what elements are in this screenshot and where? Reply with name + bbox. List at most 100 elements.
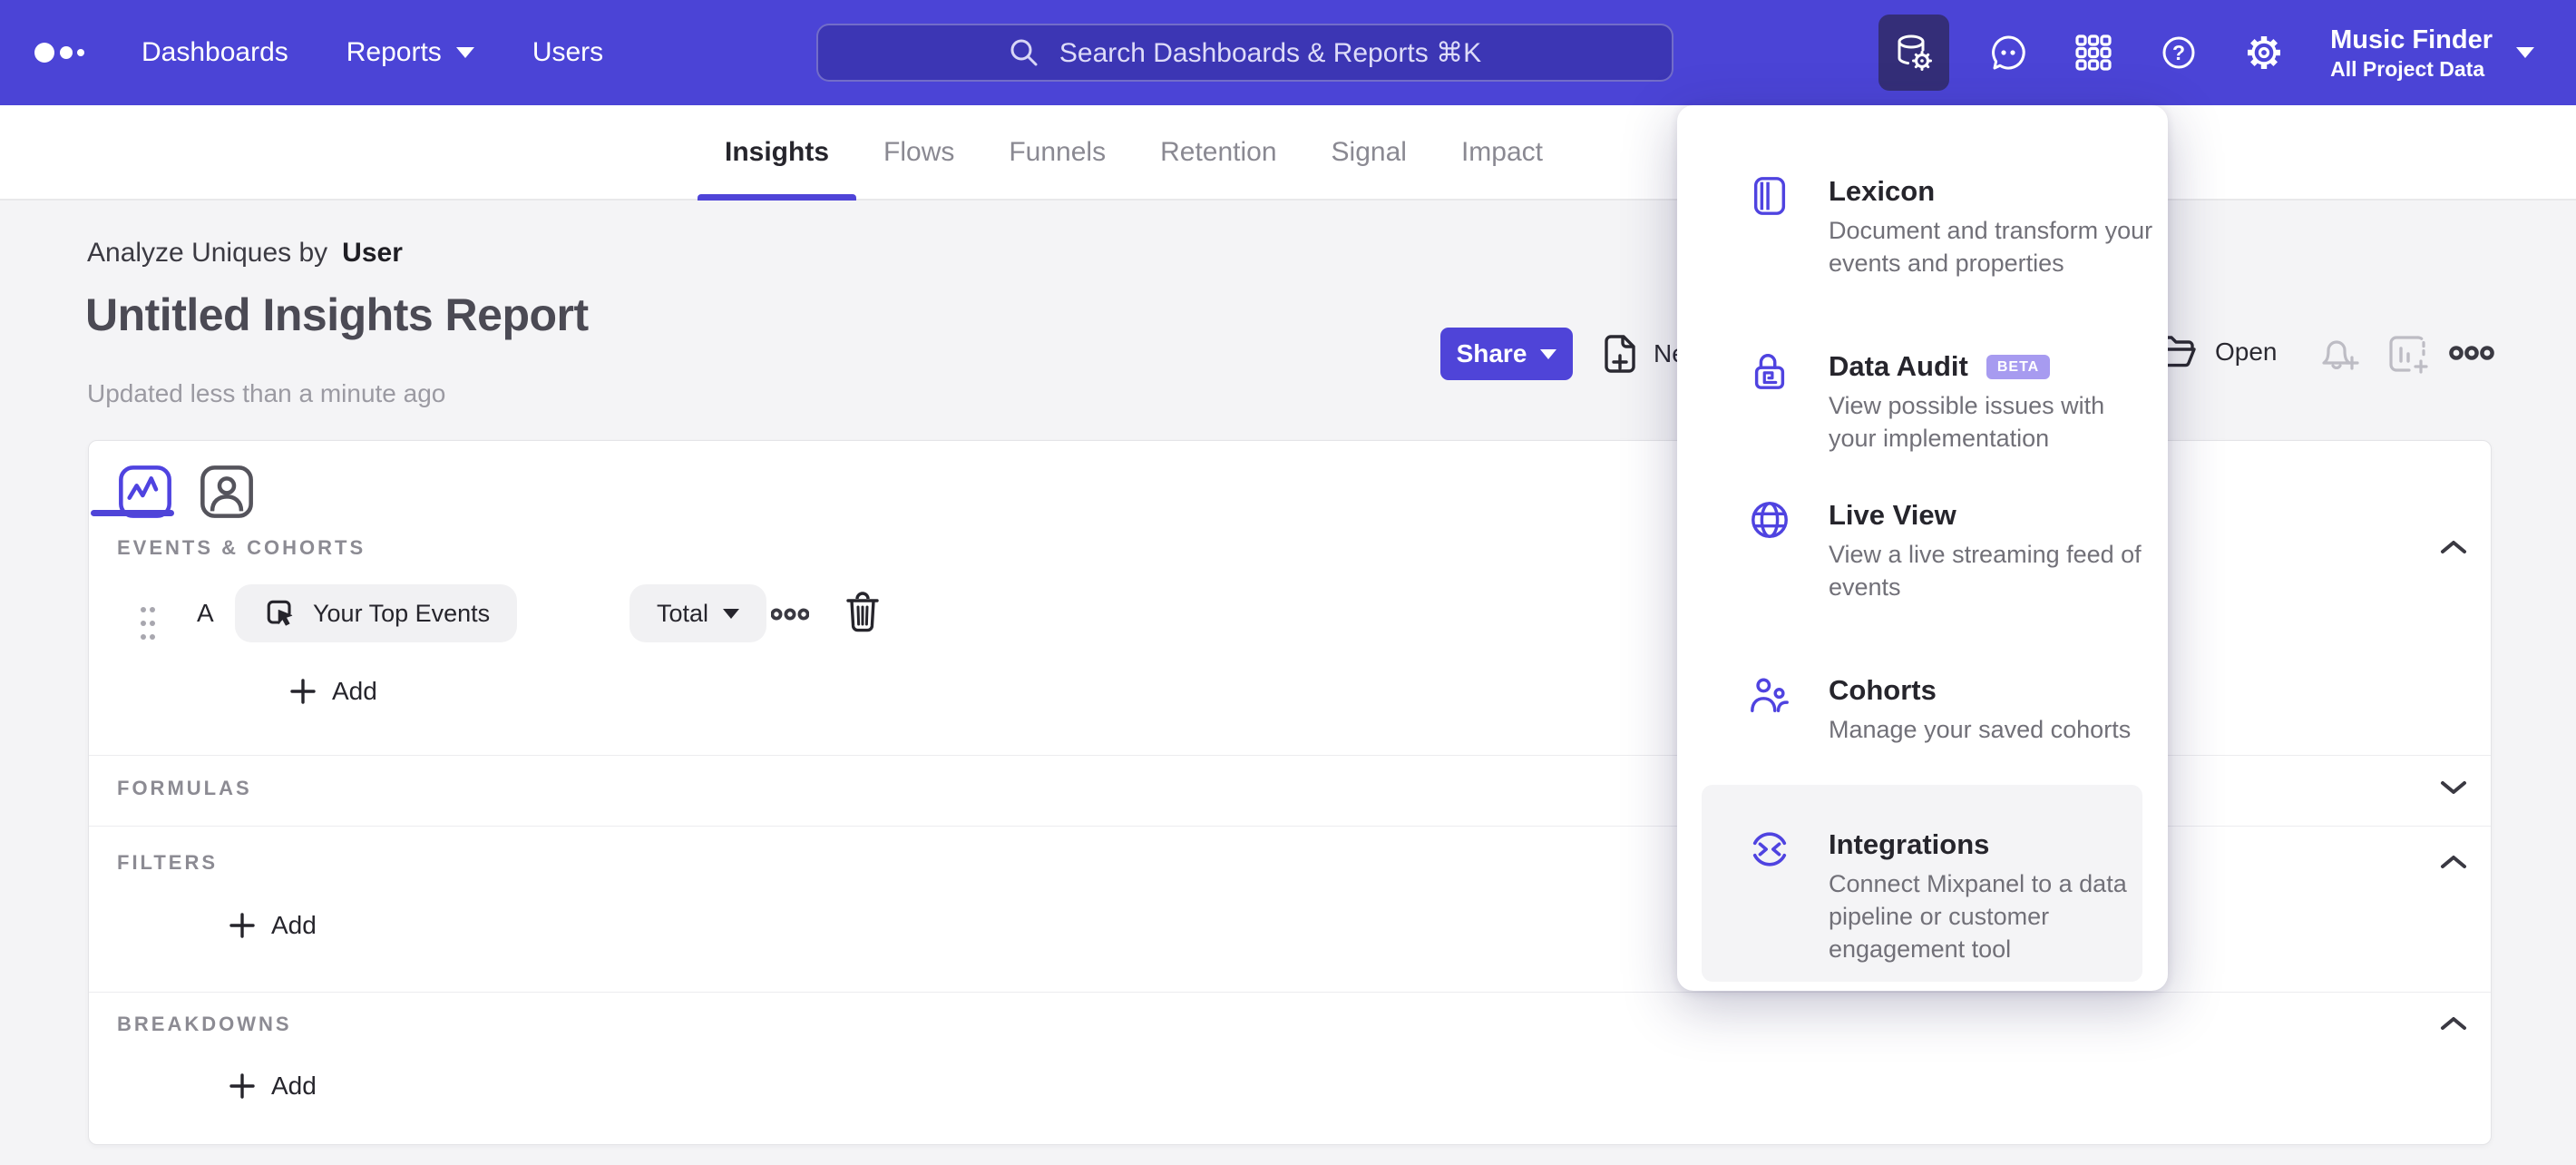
search-placeholder: Search Dashboards & Reports ⌘K — [1059, 37, 1482, 68]
context-prefix: Analyze Uniques by — [87, 238, 328, 268]
settings-button[interactable] — [2221, 0, 2307, 105]
nav-reports-label: Reports — [346, 37, 442, 67]
updated-timestamp: Updated less than a minute ago — [87, 379, 446, 407]
search-input[interactable]: Search Dashboards & Reports ⌘K — [816, 24, 1673, 82]
section-breakdowns-label: BREAKDOWNS — [117, 1013, 292, 1035]
section-events-label: EVENTS & COHORTS — [117, 536, 366, 559]
nav-users[interactable]: Users — [532, 37, 603, 68]
nav-reports[interactable]: Reports — [346, 37, 474, 68]
chevron-down-icon — [455, 47, 474, 58]
chevron-down-icon — [1540, 348, 1557, 359]
more-ellipsis-icon — [2449, 346, 2494, 360]
tab-funnels-label: Funnels — [1009, 136, 1107, 167]
tab-retention[interactable]: Retention — [1133, 105, 1303, 199]
lexicon-book-icon — [1753, 177, 1786, 215]
tab-signal-label: Signal — [1331, 136, 1407, 167]
add-alert-button[interactable] — [2315, 332, 2362, 382]
plus-icon — [290, 679, 316, 704]
drag-handle[interactable] — [139, 603, 157, 648]
help-icon: ? — [2162, 36, 2195, 69]
menu-item-live-view[interactable]: Live View View a live streaming feed of … — [1677, 497, 2168, 603]
menu-item-desc: View possible issues with your implement… — [1829, 392, 2105, 452]
more-options-button[interactable] — [2449, 343, 2494, 367]
nav-users-label: Users — [532, 37, 604, 67]
aggregation-label: Total — [657, 599, 709, 627]
report-tab-bar: Insights Flows Funnels Retention Signal … — [0, 105, 2576, 201]
menu-item-title: Cohorts — [1829, 674, 1937, 706]
tab-profiles-view[interactable] — [198, 463, 256, 525]
event-row-more-button[interactable] — [770, 606, 810, 627]
active-view-underline — [91, 510, 174, 516]
tab-impact-label: Impact — [1460, 136, 1543, 167]
collapse-filters-button[interactable] — [2440, 854, 2467, 875]
collapse-breakdowns-button[interactable] — [2440, 1015, 2467, 1036]
apps-grid-icon — [2075, 34, 2112, 71]
add-breakdown-button[interactable]: Add — [229, 1072, 317, 1101]
globe-icon — [1751, 502, 1788, 538]
add-filter-button[interactable]: Add — [229, 911, 317, 940]
plus-icon — [229, 1073, 255, 1099]
section-filters-label: FILTERS — [117, 851, 219, 874]
menu-item-desc: Document and transform your events and p… — [1829, 217, 2153, 277]
chevron-down-icon — [723, 608, 740, 619]
menu-item-desc: Manage your saved cohorts — [1829, 716, 2132, 743]
help-button[interactable]: ? — [2136, 0, 2221, 105]
share-button-label: Share — [1456, 339, 1527, 367]
add-event-button[interactable]: Add — [290, 677, 377, 706]
share-button[interactable]: Share — [1440, 328, 1573, 380]
cohorts-people-icon — [1751, 678, 1789, 712]
trash-icon — [846, 592, 879, 632]
add-event-label: Add — [332, 677, 377, 705]
nav-dashboards-label: Dashboards — [141, 37, 288, 67]
search-icon — [1010, 39, 1038, 66]
analysis-context: Analyze Uniques by User — [87, 238, 403, 269]
chevron-down-icon — [2516, 47, 2534, 58]
menu-item-title: Lexicon — [1829, 175, 1936, 207]
mixpanel-logo-icon[interactable] — [33, 0, 96, 105]
section-formulas-label: FORMULAS — [117, 777, 252, 799]
menu-item-lexicon[interactable]: Lexicon Document and transform your even… — [1677, 173, 2168, 279]
add-breakdown-label: Add — [271, 1072, 317, 1100]
page-title[interactable]: Untitled Insights Report — [85, 289, 589, 341]
context-value-dropdown[interactable]: User — [342, 238, 403, 268]
chart-plus-icon — [2389, 336, 2428, 374]
collapse-events-button[interactable] — [2440, 539, 2467, 560]
apps-grid-button[interactable] — [2051, 0, 2136, 105]
feedback-button[interactable] — [1966, 0, 2051, 105]
integrations-sync-icon — [1752, 832, 1787, 866]
data-management-menu: Lexicon Document and transform your even… — [1677, 105, 2168, 991]
database-gear-icon — [1898, 34, 1933, 71]
event-row-letter: A — [197, 599, 214, 627]
open-report-button[interactable]: Open — [2155, 328, 2278, 376]
top-nav-bar: Dashboards Reports Users Search Dashboar… — [0, 0, 2576, 105]
tab-impact[interactable]: Impact — [1434, 105, 1570, 199]
tab-insights-label: Insights — [725, 136, 830, 167]
tab-insights[interactable]: Insights — [698, 105, 857, 201]
data-management-button[interactable] — [1878, 15, 1950, 91]
menu-item-title: Integrations — [1829, 828, 1990, 860]
tab-funnels[interactable]: Funnels — [981, 105, 1133, 199]
feedback-bubble-icon — [1992, 35, 2025, 70]
event-cursor-icon — [267, 600, 293, 626]
lock-icon — [1754, 354, 1785, 389]
tab-signal[interactable]: Signal — [1304, 105, 1434, 199]
gear-icon — [2248, 36, 2281, 69]
menu-item-data-audit[interactable]: Data Audit BETA View possible issues wit… — [1677, 348, 2168, 455]
menu-item-title: Live View — [1829, 499, 1956, 531]
project-name: Music Finder — [2330, 25, 2493, 54]
project-selector[interactable]: Music Finder All Project Data — [2330, 24, 2534, 82]
open-button-label: Open — [2215, 338, 2278, 366]
menu-item-cohorts[interactable]: Cohorts Manage your saved cohorts — [1677, 672, 2168, 746]
menu-item-integrations[interactable]: Integrations Connect Mixpanel to a data … — [1677, 827, 2168, 965]
tab-flows-label: Flows — [883, 136, 955, 167]
event-select-button[interactable]: Your Top Events — [235, 584, 518, 642]
tab-flows[interactable]: Flows — [856, 105, 981, 199]
delete-event-button[interactable] — [844, 592, 881, 638]
user-profile-icon — [200, 465, 253, 518]
nav-dashboards[interactable]: Dashboards — [141, 37, 288, 68]
expand-formulas-button[interactable] — [2440, 779, 2467, 800]
add-to-dashboard-button[interactable] — [2384, 330, 2431, 382]
aggregation-select-button[interactable]: Total — [629, 584, 767, 642]
divider — [89, 992, 2491, 993]
plus-icon — [229, 913, 255, 938]
